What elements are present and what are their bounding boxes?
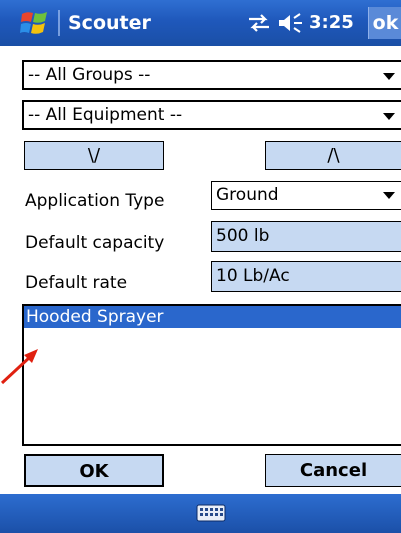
ok-button[interactable]: OK: [24, 454, 164, 487]
title-ok-button[interactable]: ok: [368, 7, 401, 39]
move-up-button[interactable]: /\: [265, 141, 401, 170]
default-rate-label: Default rate: [25, 273, 128, 293]
chevron-down-icon[interactable]: [383, 113, 395, 120]
cancel-button[interactable]: Cancel: [265, 454, 401, 487]
network-sync-icon[interactable]: [247, 13, 271, 33]
default-capacity-label: Default capacity: [25, 233, 165, 253]
chevron-down-icon[interactable]: [383, 192, 395, 199]
equipment-list[interactable]: Hooded Sprayer: [22, 304, 401, 446]
title-separator: [58, 10, 60, 36]
list-item[interactable]: Hooded Sprayer: [24, 306, 401, 328]
equipment-dropdown-value: -- All Equipment --: [28, 105, 183, 125]
groups-dropdown-value: -- All Groups --: [28, 65, 151, 85]
clock[interactable]: 3:25: [309, 10, 354, 36]
default-rate-field[interactable]: 10 Lb/Ac: [211, 261, 401, 292]
application-type-label: Application Type: [25, 191, 165, 211]
default-capacity-field[interactable]: 500 lb: [211, 221, 401, 252]
application-type-value: Ground: [216, 185, 279, 205]
windows-start-icon[interactable]: [20, 9, 50, 37]
move-down-button[interactable]: \/: [24, 141, 164, 170]
title-bar: Scouter 3:25 ok: [0, 0, 401, 46]
keyboard-icon[interactable]: [196, 502, 226, 524]
application-type-dropdown[interactable]: Ground: [211, 181, 401, 210]
annotation-arrow-icon: [0, 349, 38, 385]
app-title: Scouter: [68, 12, 151, 34]
chevron-down-icon[interactable]: [383, 73, 395, 80]
groups-dropdown[interactable]: -- All Groups --: [22, 60, 401, 90]
bottom-taskbar: [0, 494, 401, 533]
equipment-dropdown[interactable]: -- All Equipment --: [22, 100, 401, 130]
volume-icon[interactable]: [277, 12, 305, 34]
